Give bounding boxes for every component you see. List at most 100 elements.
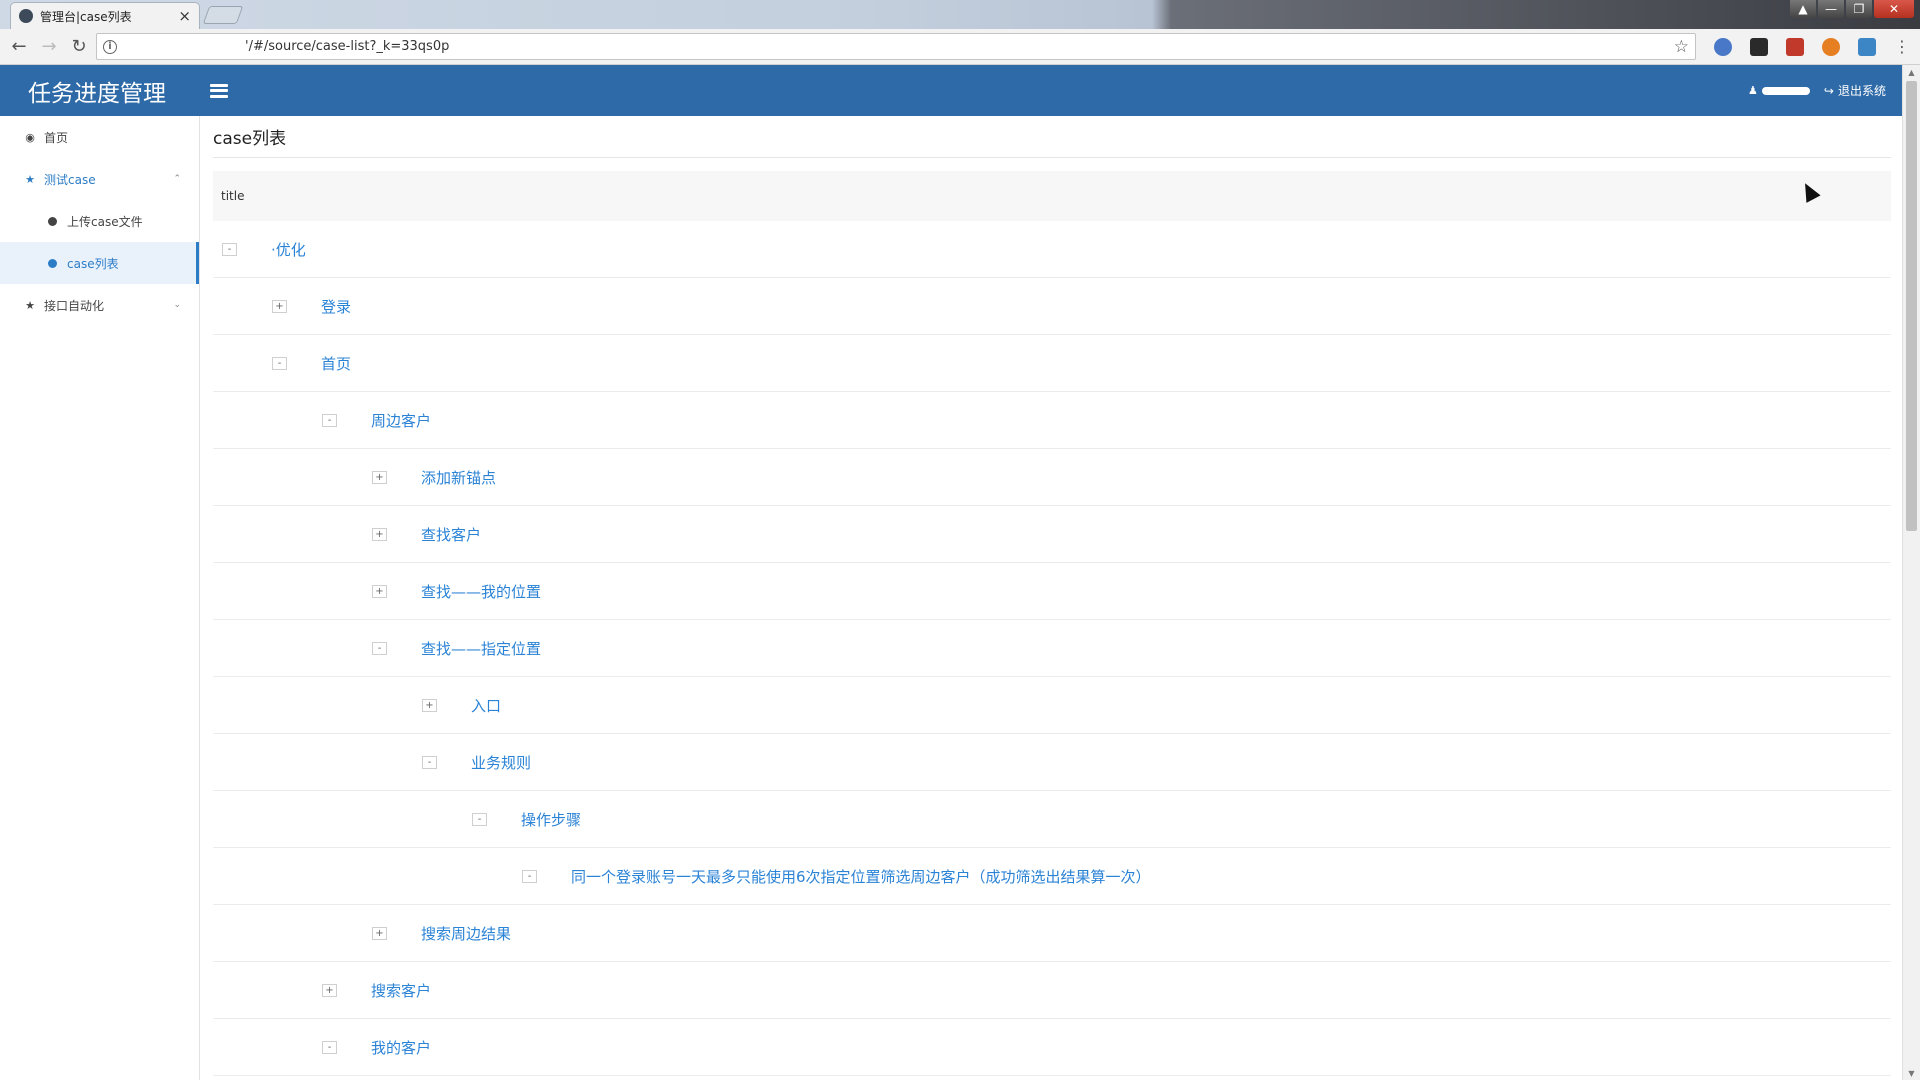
table-row: - ·优化: [213, 221, 1891, 278]
table-row: + 查找客户: [213, 506, 1891, 563]
table-row: + 登录: [213, 278, 1891, 335]
tab-title: 管理台|case列表: [40, 9, 132, 24]
sidebar-item-label: 首页: [44, 130, 69, 145]
table-row: - 周边客户: [213, 392, 1891, 449]
browser-tab-active[interactable]: 管理台|case列表 ×: [10, 2, 200, 29]
extension-s-icon[interactable]: [1858, 37, 1876, 56]
sidebar-item-label: 测试case: [44, 172, 96, 187]
tree-node-label[interactable]: 同一个登录账号一天最多只能使用6次指定位置筛选周边客户（成功筛选出结果算一次）: [571, 866, 1151, 887]
table-row: + 添加新锚点: [213, 449, 1891, 506]
extension-puzzle-icon[interactable]: [1786, 37, 1804, 56]
logout-button[interactable]: ↪ 退出系统: [1824, 82, 1886, 99]
scroll-down-icon[interactable]: ▼: [1903, 1066, 1920, 1080]
reload-icon[interactable]: ↻: [66, 34, 92, 60]
tree-node-label[interactable]: 首页: [321, 353, 351, 374]
sidebar-item-label: 上传case文件: [67, 214, 143, 229]
sidebar: ◉ 首页 ★ 测试case ⌃ 上传case文件 case列表 ★ 接口自动化 …: [0, 116, 200, 1080]
collapse-toggle-icon[interactable]: -: [422, 755, 437, 769]
browser-toolbar: ← → ↻ i '/#/source/case-list?_k=33qs0p ☆…: [0, 29, 1920, 65]
tree-node-label[interactable]: 我的客户: [371, 1037, 431, 1058]
table-row: - 业务规则: [213, 734, 1891, 791]
dot-icon: [48, 216, 57, 226]
tree-node-label[interactable]: 周边客户: [371, 410, 431, 431]
scroll-up-icon[interactable]: ▲: [1903, 65, 1920, 79]
collapse-toggle-icon[interactable]: -: [272, 356, 287, 370]
back-arrow-icon[interactable]: ←: [6, 34, 32, 60]
tree-node-label[interactable]: 查找客户: [421, 524, 481, 545]
expand-toggle-icon[interactable]: +: [272, 299, 287, 313]
app-brand[interactable]: 任务进度管理: [0, 74, 200, 108]
column-header-title[interactable]: title: [213, 171, 1891, 221]
sidebar-item-case-list[interactable]: case列表: [0, 242, 199, 284]
logout-icon: ↪: [1823, 83, 1834, 98]
collapse-toggle-icon[interactable]: -: [222, 242, 237, 256]
table-row: - 我的客户: [213, 1019, 1891, 1076]
url-text: '/#/source/case-list?_k=33qs0p: [245, 39, 450, 54]
main-content: case列表 title - ·优化 + 登录 - 首页 - 周边客户 + 添加新锚点 +…: [213, 116, 1891, 1076]
table-row: + 搜索周边结果: [213, 905, 1891, 962]
user-menu[interactable]: ♟: [1748, 84, 1810, 97]
tree-node-label[interactable]: 操作步骤: [521, 809, 581, 830]
expand-toggle-icon[interactable]: +: [372, 584, 387, 598]
app-header: 任务进度管理 ♟ ↪ 退出系统: [0, 65, 1902, 116]
expand-toggle-icon[interactable]: +: [322, 983, 337, 997]
tree-node-label[interactable]: 搜索周边结果: [421, 923, 511, 944]
browser-menu-icon[interactable]: ⋮: [1894, 37, 1910, 56]
expand-toggle-icon[interactable]: +: [372, 926, 387, 940]
tree-node-label[interactable]: 添加新锚点: [421, 467, 496, 488]
tab-close-icon[interactable]: ×: [178, 7, 191, 25]
expand-toggle-icon[interactable]: +: [422, 698, 437, 712]
collapse-toggle-icon[interactable]: -: [322, 1040, 337, 1054]
tree-node-label[interactable]: 入口: [471, 695, 501, 716]
tree-node-label[interactable]: 查找——我的位置: [421, 581, 541, 602]
forward-arrow-icon[interactable]: →: [36, 34, 62, 60]
sidebar-item-label: case列表: [67, 256, 119, 271]
sidebar-item-api-automation[interactable]: ★ 接口自动化 ⌄: [0, 284, 199, 326]
table-row: + 搜索客户: [213, 962, 1891, 1019]
vertical-scrollbar[interactable]: ▲ ▼: [1902, 65, 1920, 1080]
favicon-icon: [19, 9, 33, 23]
tree-node-label[interactable]: 登录: [321, 296, 351, 317]
collapse-toggle-icon[interactable]: -: [322, 413, 337, 427]
sidebar-item-test-case[interactable]: ★ 测试case ⌃: [0, 158, 199, 200]
table-row: + 入口: [213, 677, 1891, 734]
sidebar-item-label: 接口自动化: [44, 298, 105, 313]
table-row: - 操作步骤: [213, 791, 1891, 848]
tree-node-label[interactable]: ·优化: [271, 239, 306, 260]
dot-icon: [48, 258, 57, 268]
address-bar[interactable]: i '/#/source/case-list?_k=33qs0p ☆: [96, 33, 1696, 60]
table-row: - 首页: [213, 335, 1891, 392]
minimize-icon[interactable]: —: [1818, 0, 1844, 18]
tree-node-label[interactable]: 业务规则: [471, 752, 531, 773]
expand-toggle-icon[interactable]: +: [372, 470, 387, 484]
restore-icon[interactable]: ❐: [1846, 0, 1872, 18]
new-tab-button[interactable]: [202, 6, 244, 24]
redacted-host: [125, 40, 245, 50]
extension-check-icon[interactable]: [1750, 37, 1768, 56]
hamburger-bar: [210, 83, 228, 87]
page-title: case列表: [213, 116, 1891, 158]
tree-node-label[interactable]: 搜索客户: [371, 980, 431, 1001]
hamburger-menu-icon[interactable]: [210, 83, 228, 98]
bookmark-star-icon[interactable]: ☆: [1674, 37, 1689, 57]
header-actions: ♟ ↪ 退出系统: [1748, 82, 1902, 99]
profile-icon[interactable]: ▲: [1790, 0, 1816, 18]
info-icon[interactable]: i: [103, 39, 117, 54]
chevron-down-icon: ⌄: [173, 300, 181, 310]
logout-label: 退出系统: [1837, 84, 1886, 98]
hamburger-bar: [210, 94, 228, 98]
table-row: - 查找——指定位置: [213, 620, 1891, 677]
hamburger-bar: [210, 89, 228, 92]
table-row: - 同一个登录账号一天最多只能使用6次指定位置筛选周边客户（成功筛选出结果算一次）: [213, 848, 1891, 905]
scrollbar-thumb[interactable]: [1906, 81, 1917, 531]
extension-globe-icon[interactable]: [1714, 37, 1732, 56]
extension-orange-icon[interactable]: [1822, 37, 1840, 56]
collapse-toggle-icon[interactable]: -: [472, 812, 487, 826]
sidebar-item-home[interactable]: ◉ 首页: [0, 116, 199, 158]
collapse-toggle-icon[interactable]: -: [522, 869, 537, 883]
sidebar-item-upload-case[interactable]: 上传case文件: [0, 200, 199, 242]
tree-node-label[interactable]: 查找——指定位置: [421, 638, 541, 659]
expand-toggle-icon[interactable]: +: [372, 527, 387, 541]
close-window-icon[interactable]: ✕: [1874, 0, 1914, 18]
collapse-toggle-icon[interactable]: -: [372, 641, 387, 655]
